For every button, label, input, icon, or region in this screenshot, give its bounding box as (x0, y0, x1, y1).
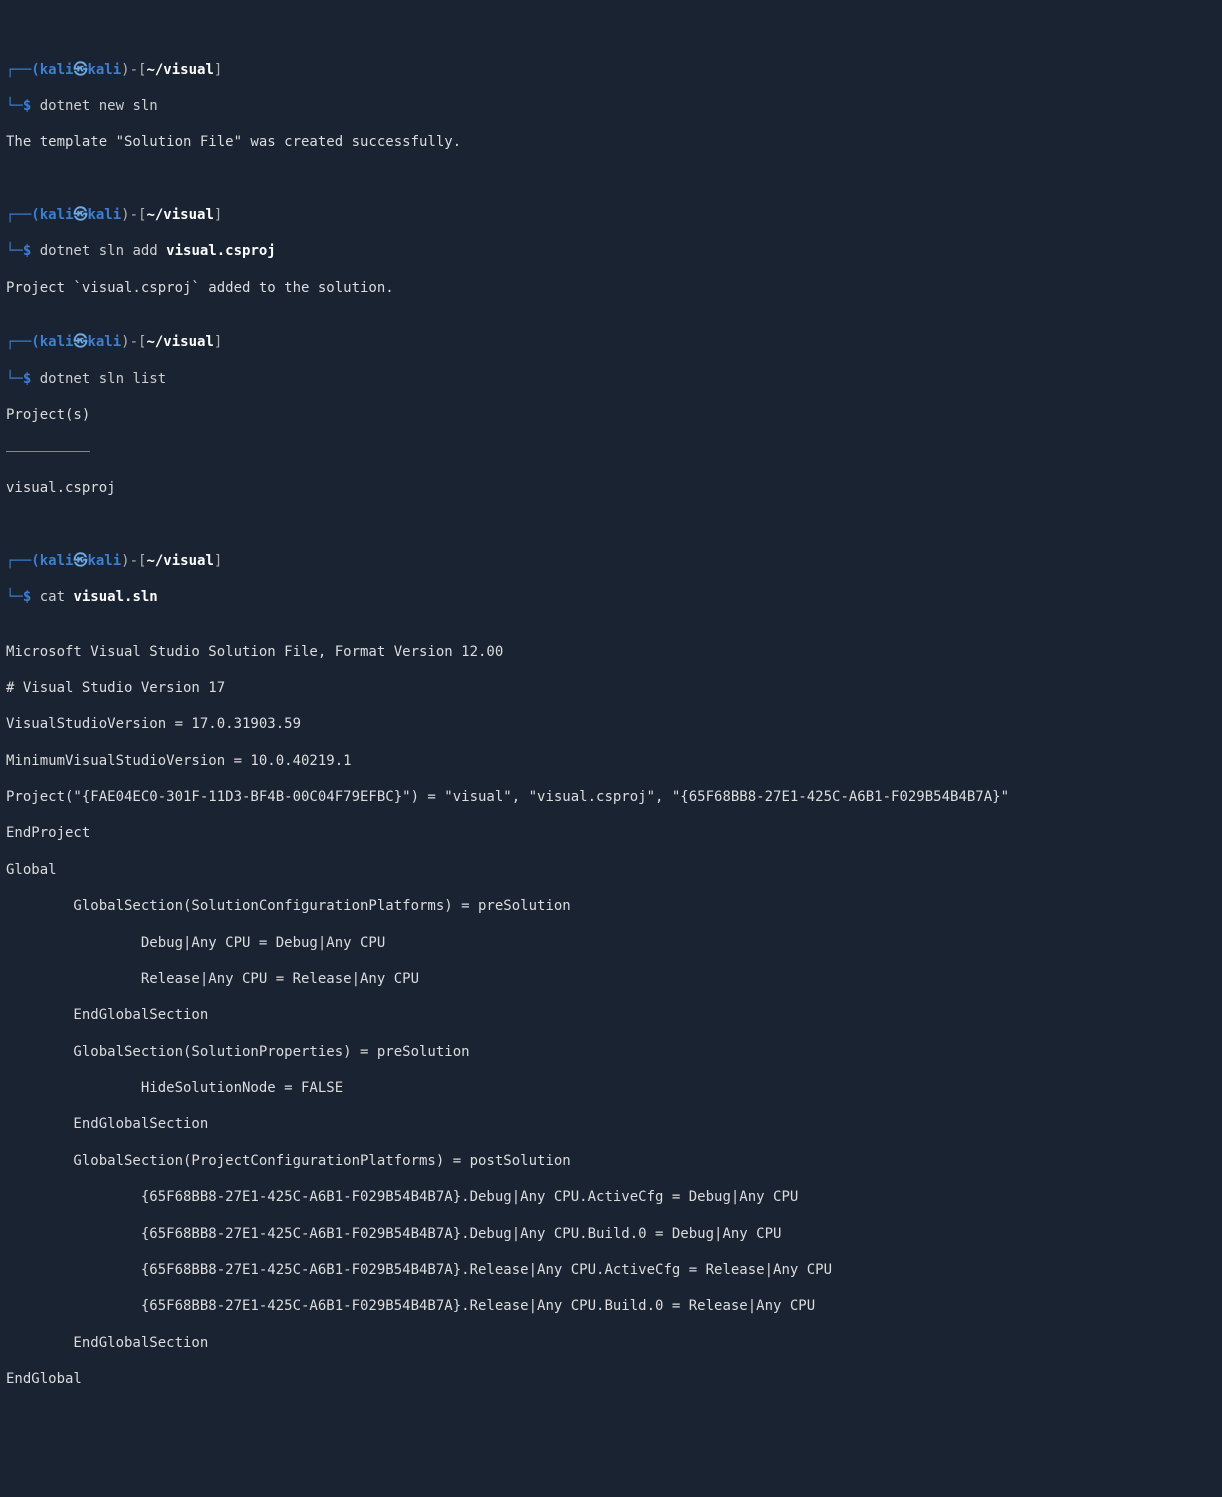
prompt-path: ~/visual (146, 553, 213, 569)
command-arg-bold: visual.sln (73, 589, 157, 605)
terminal-output: ┌──(kali㉿kali)-[~/visual] └─$ dotnet new… (6, 61, 1216, 1407)
command-args-pre: sln add (90, 243, 166, 259)
command-name: dotnet (40, 371, 91, 387)
skull-icon: ㉿ (73, 553, 87, 569)
skull-icon: ㉿ (73, 62, 87, 78)
prompt-dollar: └─$ (6, 589, 40, 605)
prompt-user: kali (40, 334, 74, 350)
command-args: sln list (90, 371, 166, 387)
prompt-dollar: └─$ (6, 98, 40, 114)
output-rule (6, 443, 1216, 461)
prompt-host: kali (87, 207, 121, 223)
prompt-top-0: ┌──(kali㉿kali)-[~/visual] (6, 61, 1216, 79)
skull-icon: ㉿ (73, 207, 87, 223)
output-line-3-13: HideSolutionNode = FALSE (6, 1079, 1216, 1097)
output-line-3-21: EndGlobal (6, 1370, 1216, 1388)
output-line-3-10: Release|Any CPU = Release|Any CPU (6, 970, 1216, 988)
prompt-box-open: ┌──( (6, 207, 40, 223)
prompt-dollar: └─$ (6, 371, 40, 387)
output-line-3-12: GlobalSection(SolutionProperties) = preS… (6, 1043, 1216, 1061)
prompt-host: kali (87, 62, 121, 78)
output-line-3-15: GlobalSection(ProjectConfigurationPlatfo… (6, 1152, 1216, 1170)
command-2[interactable]: dotnet sln list (40, 371, 166, 387)
command-0[interactable]: dotnet new sln (40, 98, 158, 114)
prompt-bottom-2: └─$ dotnet sln list (6, 370, 1216, 388)
prompt-box-mid: )-[ (121, 207, 146, 223)
prompt-box-mid: )-[ (121, 553, 146, 569)
prompt-box-open: ┌──( (6, 553, 40, 569)
output-line-3-14: EndGlobalSection (6, 1115, 1216, 1133)
prompt-top-2: ┌──(kali㉿kali)-[~/visual] (6, 333, 1216, 351)
prompt-box-mid: )-[ (121, 62, 146, 78)
prompt-box-close: ] (214, 207, 222, 223)
command-args: new sln (90, 98, 157, 114)
command-name: cat (40, 589, 65, 605)
command-arg-bold: visual.csproj (166, 243, 276, 259)
output-line-3-1: Microsoft Visual Studio Solution File, F… (6, 643, 1216, 661)
output-line-3-17: {65F68BB8-27E1-425C-A6B1-F029B54B4B7A}.D… (6, 1225, 1216, 1243)
prompt-host: kali (87, 334, 121, 350)
output-line-3-5: Project("{FAE04EC0-301F-11D3-BF4B-00C04F… (6, 788, 1216, 806)
output-line-1-0: Project `visual.csproj` added to the sol… (6, 279, 1216, 297)
prompt-box-close: ] (214, 553, 222, 569)
prompt-user: kali (40, 62, 74, 78)
output-line-2-0: Project(s) (6, 406, 1216, 424)
output-line-2-2: visual.csproj (6, 479, 1216, 497)
output-line-3-9: Debug|Any CPU = Debug|Any CPU (6, 934, 1216, 952)
output-line-0-0: The template "Solution File" was created… (6, 133, 1216, 151)
output-line-3-2: # Visual Studio Version 17 (6, 679, 1216, 697)
prompt-box-open: ┌──( (6, 334, 40, 350)
output-line-3-3: VisualStudioVersion = 17.0.31903.59 (6, 715, 1216, 733)
prompt-user: kali (40, 207, 74, 223)
prompt-bottom-3: └─$ cat visual.sln (6, 588, 1216, 606)
prompt-bottom-1: └─$ dotnet sln add visual.csproj (6, 242, 1216, 260)
prompt-box-close: ] (214, 62, 222, 78)
command-name: dotnet (40, 98, 91, 114)
output-line-3-11: EndGlobalSection (6, 1006, 1216, 1024)
prompt-user: kali (40, 553, 74, 569)
prompt-host: kali (87, 553, 121, 569)
prompt-box-open: ┌──( (6, 62, 40, 78)
command-name: dotnet (40, 243, 91, 259)
prompt-box-mid: )-[ (121, 334, 146, 350)
output-line-3-19: {65F68BB8-27E1-425C-A6B1-F029B54B4B7A}.R… (6, 1297, 1216, 1315)
skull-icon: ㉿ (73, 334, 87, 350)
prompt-path: ~/visual (146, 62, 213, 78)
command-3[interactable]: cat visual.sln (40, 589, 158, 605)
prompt-bottom-0: └─$ dotnet new sln (6, 97, 1216, 115)
output-line-3-7: Global (6, 861, 1216, 879)
output-line-3-16: {65F68BB8-27E1-425C-A6B1-F029B54B4B7A}.D… (6, 1188, 1216, 1206)
prompt-box-close: ] (214, 334, 222, 350)
prompt-top-1: ┌──(kali㉿kali)-[~/visual] (6, 206, 1216, 224)
output-line-3-4: MinimumVisualStudioVersion = 10.0.40219.… (6, 752, 1216, 770)
command-1[interactable]: dotnet sln add visual.csproj (40, 243, 276, 259)
prompt-top-3: ┌──(kali㉿kali)-[~/visual] (6, 552, 1216, 570)
prompt-path: ~/visual (146, 334, 213, 350)
prompt-path: ~/visual (146, 207, 213, 223)
prompt-dollar: └─$ (6, 243, 40, 259)
output-line-3-6: EndProject (6, 824, 1216, 842)
horizontal-rule-icon (6, 451, 90, 452)
output-line-3-8: GlobalSection(SolutionConfigurationPlatf… (6, 897, 1216, 915)
output-line-3-20: EndGlobalSection (6, 1334, 1216, 1352)
output-line-3-18: {65F68BB8-27E1-425C-A6B1-F029B54B4B7A}.R… (6, 1261, 1216, 1279)
